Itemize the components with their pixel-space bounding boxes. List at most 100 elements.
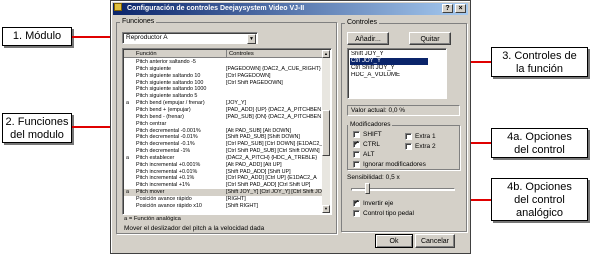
alt-checkbox[interactable] xyxy=(353,151,360,158)
function-name: Pitch siguiente saltando 100 xyxy=(136,79,204,86)
function-name: Pitch decremental -0.001% xyxy=(136,127,201,134)
function-controls: [Ctrl Shift PAD_SUB] [Ctrl Shift DOWN] xyxy=(226,148,320,155)
analog-legend: a = Función analógica xyxy=(124,216,181,222)
column-header-function[interactable]: Función xyxy=(136,50,157,58)
function-controls: {DAC2_A_PITCH} {HDC_A_TREBLE} xyxy=(226,154,318,161)
function-name: Pitch mover xyxy=(136,189,165,196)
table-row[interactable]: Pitch siguiente saltando 10 [Ctrl PAGEDOW… xyxy=(124,73,323,80)
function-name: Posición avance rápido xyxy=(136,196,192,202)
table-row[interactable]: Pitch incremental +1% [Ctrl Shift PAD_ADD… xyxy=(124,182,323,189)
function-name: Pitch siguiente saltando 10 xyxy=(136,72,201,79)
function-controls: [Ctrl Shift PAGEDOWN] xyxy=(226,79,283,86)
pedal-control-checkbox[interactable] xyxy=(353,210,360,217)
function-controls: [Shift PAD_SUB] [Shift DOWN] xyxy=(226,134,300,141)
help-button[interactable]: ? xyxy=(442,4,453,13)
ignore-modifiers-label: Ignorar modificadores xyxy=(363,161,426,168)
module-select-value: Reproductor A xyxy=(126,34,168,41)
table-row[interactable]: Pitch incremental +0.01% [Shift PAD_ADD] … xyxy=(124,169,323,176)
function-name: Pitch decremental -0.1% xyxy=(136,141,195,148)
add-control-button[interactable]: Añadir... xyxy=(347,32,389,45)
function-controls: [Ctrl PAD_SUB] [Ctrl DOWN] {E1DAC2_A xyxy=(226,141,323,148)
table-row[interactable]: Pitch anterior saltando -5 xyxy=(124,59,323,66)
function-name: Pitch siguiente saltando 1000 xyxy=(136,86,207,93)
functions-scrollbar[interactable]: ▲ ▼ xyxy=(322,50,330,213)
module-select[interactable]: Reproductor A ▼ xyxy=(122,32,258,44)
table-row[interactable]: Pitch siguiente saltando 1000 xyxy=(124,86,323,93)
invert-axis-checkbox[interactable]: ✓ xyxy=(353,200,360,207)
ignore-modifiers-checkbox[interactable] xyxy=(353,161,360,168)
modifiers-group-label: Modificadores xyxy=(348,121,393,128)
table-row[interactable]: Pitch bend - (frenar) [PAD_SUB] {DN} {DAC… xyxy=(124,114,323,121)
config-dialog: Configuración de controles Deejaysystem … xyxy=(110,0,471,254)
table-row[interactable]: a Pitch bend (empujar / frenar) [JOY_Y] xyxy=(124,100,323,107)
function-name: Pitch decremental -0.01% xyxy=(136,134,198,141)
table-row[interactable]: a Pitch mover [Shift JOY_Y] [Ctrl JOY_Y] [… xyxy=(124,189,323,196)
callout-analog-options: 4b. Opciones del control analógico xyxy=(491,178,588,221)
functions-list[interactable]: Función Controles Pitch anterior saltand… xyxy=(122,48,332,215)
function-controls: [Shift PAD_ADD] [Shift UP] xyxy=(226,168,291,175)
callout-functions: 2. Funciones del modulo xyxy=(2,113,72,143)
table-row[interactable]: Pitch decremental -0.1% [Ctrl PAD_SUB] [C… xyxy=(124,141,323,148)
controls-group-label: Controles xyxy=(345,19,379,26)
table-row[interactable]: Pitch siguiente saltando 5 xyxy=(124,93,323,100)
sensitivity-slider-thumb[interactable] xyxy=(365,183,370,194)
extra1-checkbox[interactable] xyxy=(405,133,412,140)
function-controls: [PAGEDOWN] {DAC2_A_CUE_RIGHT} xyxy=(226,65,321,72)
table-row[interactable]: Pitch siguiente [PAGEDOWN] {DAC2_A_CUE_RI… xyxy=(124,66,323,73)
close-button[interactable]: × xyxy=(455,4,466,13)
function-name: Pitch siguiente saltando 5 xyxy=(136,93,198,100)
extra1-label: Extra 1 xyxy=(415,133,436,140)
scroll-down-icon[interactable]: ▼ xyxy=(322,205,330,213)
function-name: Pitch incremental +0.1% xyxy=(136,175,195,182)
table-row[interactable]: Pitch bend + (empujar) [PAD_ADD] {UP} {DA… xyxy=(124,107,323,114)
table-row[interactable]: Pitch decremental -0.001% [Alt PAD_SUB] [… xyxy=(124,128,323,135)
functions-list-header: Función Controles xyxy=(124,50,323,58)
function-name: Pitch establecer xyxy=(136,154,175,161)
cancel-button[interactable]: Cancelar xyxy=(415,234,455,248)
analog-marker: a xyxy=(126,100,129,107)
ctrl-label: CTRL xyxy=(363,141,380,148)
column-header-controls[interactable]: Controles xyxy=(226,50,254,58)
current-value-box: Valor actual: 0,0 % xyxy=(347,105,460,116)
control-list-item[interactable]: Shift JOY_Y xyxy=(350,51,428,58)
invert-axis-label: Invertir eje xyxy=(363,200,394,207)
function-name: Pitch incremental +0.01% xyxy=(136,168,198,175)
function-name: Pitch incremental +0.001% xyxy=(136,161,201,168)
function-name: Pitch siguiente xyxy=(136,65,172,72)
table-row[interactable]: Pitch centrar xyxy=(124,121,323,128)
app-icon xyxy=(114,3,122,11)
function-name: Pitch decremental -1% xyxy=(136,148,191,155)
function-name: Pitch bend (empujar / frenar) xyxy=(136,100,205,107)
control-list-item[interactable]: Ctrl Shift JOY_Y xyxy=(350,65,428,72)
function-controls: [PAD_SUB] {DN} {DAC2_A_PITCHBEN xyxy=(226,113,322,120)
extra2-checkbox[interactable] xyxy=(405,143,412,150)
analog-marker: a xyxy=(126,154,129,161)
window-title: Configuración de controles Deejaysystem … xyxy=(127,5,305,12)
shift-checkbox[interactable] xyxy=(353,131,360,138)
table-row[interactable]: Pitch decremental -1% [Ctrl Shift PAD_SUB… xyxy=(124,148,323,155)
function-controls: [PAD_ADD] {UP} {DAC2_A_PITCHBEN xyxy=(226,106,322,113)
table-row[interactable]: a Pitch establecer {DAC2_A_PITCH} {HDC_A_T… xyxy=(124,155,323,162)
scroll-thumb[interactable] xyxy=(322,110,330,156)
ok-button[interactable]: Ok xyxy=(375,234,413,248)
function-description: Mover el deslizador del pitch a la veloc… xyxy=(124,225,265,232)
function-name: Pitch bend - (frenar) xyxy=(136,113,184,120)
table-row[interactable]: Pitch decremental -0.01% [Shift PAD_SUB] … xyxy=(124,134,323,141)
function-name: Pitch incremental +1% xyxy=(136,182,190,189)
controls-list[interactable]: Shift JOY_Y Ctrl JOY_Y Ctrl Shift JOY_Y HDC… xyxy=(347,48,447,99)
table-row[interactable]: Pitch incremental +0.001% [Alt PAD_ADD] [… xyxy=(124,162,323,169)
scroll-up-icon[interactable]: ▲ xyxy=(322,50,330,58)
table-row[interactable]: Posición avance rápido [RIGHT] xyxy=(124,196,323,203)
ctrl-checkbox[interactable]: ✓ xyxy=(353,141,360,148)
control-list-item[interactable]: HDC_A_VOLUME xyxy=(350,72,428,79)
function-controls: [Alt PAD_ADD] [Alt UP] xyxy=(226,161,282,168)
remove-control-button[interactable]: Quitar xyxy=(409,32,451,45)
chevron-down-icon[interactable]: ▼ xyxy=(247,34,256,44)
function-name: Posición avance rápido x10 xyxy=(136,202,202,209)
table-row[interactable]: Pitch incremental +0.1% [Ctrl PAD_ADD] [C… xyxy=(124,175,323,182)
table-row[interactable]: Posición avance rápido x10 [Shift RIGHT] xyxy=(124,203,323,210)
function-controls: [RIGHT] xyxy=(226,196,246,202)
function-controls: [Alt PAD_SUB] [Alt DOWN] xyxy=(226,127,291,134)
table-row[interactable]: Pitch siguiente saltando 100 [Ctrl Shift … xyxy=(124,80,323,87)
control-list-item[interactable]: Ctrl JOY_Y xyxy=(350,58,428,65)
